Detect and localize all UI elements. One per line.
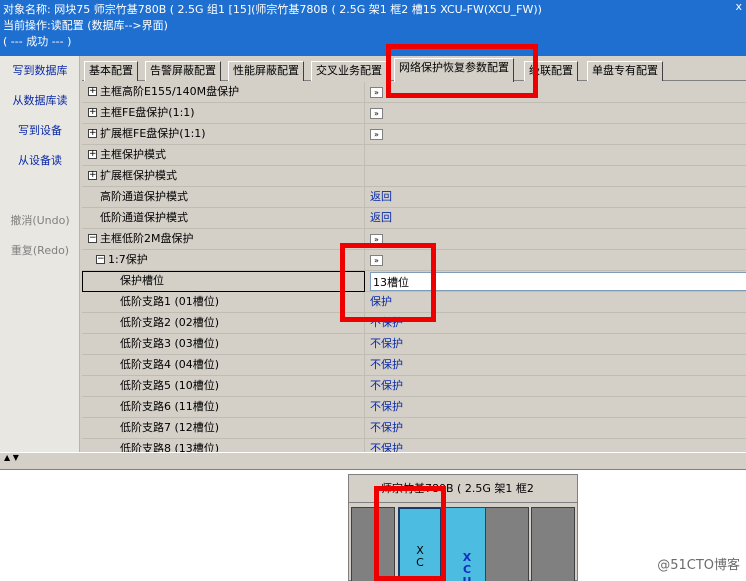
grid-row[interactable]: 低阶支路8 (13槽位) 不保护 [82,439,746,452]
row-label: 主框保护模式 [100,148,166,161]
grid-row[interactable]: 高阶通道保护模式 返回 [82,187,746,208]
row-label: 低阶支路3 (03槽位) [82,334,365,355]
expand-icon[interactable]: + [88,128,97,138]
grid-row[interactable]: + 扩展框FE盘保护(1:1) » [82,124,746,145]
collapse-arrows-icon[interactable]: ▲ ▼ [4,453,19,462]
grid-row[interactable]: + 主框保护模式 [82,145,746,166]
tab-board-specific[interactable]: 单盘专有配置 [587,61,663,81]
write-db-button[interactable]: 写到数据库 [0,56,80,86]
undo-button[interactable]: 撤消(Undo) [0,206,80,236]
tab-cross-service[interactable]: 交叉业务配置 [311,61,387,81]
expand-icon[interactable]: + [88,107,97,117]
tab-basic-config[interactable]: 基本配置 [84,61,138,81]
row-label: 低阶通道保护模式 [82,208,365,229]
row-value[interactable]: 不保护 [366,376,746,397]
row-label: 扩展框保护模式 [100,169,177,182]
row-label: 低阶支路6 (11槽位) [82,397,365,418]
grid-row[interactable]: + 主框FE盘保护(1:1) » [82,103,746,124]
row-label: 低阶支路1 (01槽位) [82,292,365,313]
row-label: 主框低阶2M盘保护 [100,232,194,245]
row-value[interactable]: 返回 [366,187,746,208]
expand-icon[interactable]: + [88,149,97,159]
row-label: 保护槽位 [82,271,365,292]
row-label: 主框FE盘保护(1:1) [100,106,195,119]
object-name: 对象名称: 网块75 师宗竹基780B ( 2.5G 组1 [15](师宗竹基7… [3,3,542,16]
row-value[interactable]: 不保护 [366,439,746,452]
grid-row[interactable]: 低阶支路7 (12槽位) 不保护 [82,418,746,439]
row-label: 低阶支路4 (04槽位) [82,355,365,376]
row-label: 高阶通道保护模式 [82,187,365,208]
expand-arrow-icon[interactable]: » [370,128,383,140]
slot-label: X C U [462,551,472,581]
row-value[interactable]: 不保护 [366,418,746,439]
read-device-button[interactable]: 从设备读 [0,146,80,176]
redo-button[interactable]: 重复(Redo) [0,236,80,266]
grid-row[interactable]: 低阶通道保护模式 返回 [82,208,746,229]
grid-row[interactable]: 低阶支路4 (04槽位) 不保护 [82,355,746,376]
grid-row[interactable]: 低阶支路3 (03槽位) 不保护 [82,334,746,355]
tab-alarm-mask[interactable]: 告警屏蔽配置 [145,61,221,81]
row-label: 低阶支路8 (13槽位) [82,439,365,452]
current-operation: 当前操作:读配置 (数据库-->界面) [3,19,168,32]
collapse-icon[interactable]: − [88,233,97,243]
highlight-slot-callout [340,243,436,322]
tab-protection-recovery[interactable]: 网络保护恢复参数配置 [394,58,514,82]
shelf-slot[interactable] [485,507,529,581]
watermark: @51CTO博客 [657,558,740,573]
row-value[interactable]: 不保护 [366,397,746,418]
highlight-board-callout [374,486,446,581]
grid-row[interactable]: + 扩展框保护模式 [82,166,746,187]
expand-icon[interactable]: + [88,86,97,96]
row-value[interactable]: 返回 [366,208,746,229]
expand-arrow-icon[interactable]: » [370,86,383,98]
read-db-button[interactable]: 从数据库读 [0,86,80,116]
grid-row[interactable]: 低阶支路6 (11槽位) 不保护 [82,397,746,418]
row-label: 低阶支路7 (12槽位) [82,418,365,439]
expand-arrow-icon[interactable]: » [370,107,383,119]
row-label: 低阶支路5 (10槽位) [82,376,365,397]
row-value[interactable]: 不保护 [366,334,746,355]
tab-performance-mask[interactable]: 性能屏蔽配置 [228,61,304,81]
row-label: 低阶支路2 (02槽位) [82,313,365,334]
operation-status: ( --- 成功 --- ) [3,35,72,48]
close-icon[interactable]: x [735,0,742,13]
grid-row[interactable]: 低阶支路5 (10槽位) 不保护 [82,376,746,397]
tab-bar: 基本配置 告警屏蔽配置 性能屏蔽配置 交叉业务配置 网络保护恢复参数配置 级联配… [82,58,746,82]
row-label: 1:7保护 [108,253,148,266]
collapse-icon[interactable]: − [96,254,105,264]
title-bar: 对象名称: 网块75 师宗竹基780B ( 2.5G 组1 [15](师宗竹基7… [0,0,746,56]
row-label: 扩展框FE盘保护(1:1) [100,127,206,140]
left-nav: 写到数据库 从数据库读 写到设备 从设备读 撤消(Undo) 重复(Redo) [0,56,80,452]
write-device-button[interactable]: 写到设备 [0,116,80,146]
row-value[interactable]: 不保护 [366,355,746,376]
row-label: 主框高阶E155/140M盘保护 [100,85,240,98]
expand-icon[interactable]: + [88,170,97,180]
shelf-slot[interactable] [531,507,575,581]
panel-splitter[interactable]: ▲ ▼ [0,452,746,470]
xcu-board-slot[interactable]: X C U [445,507,489,581]
